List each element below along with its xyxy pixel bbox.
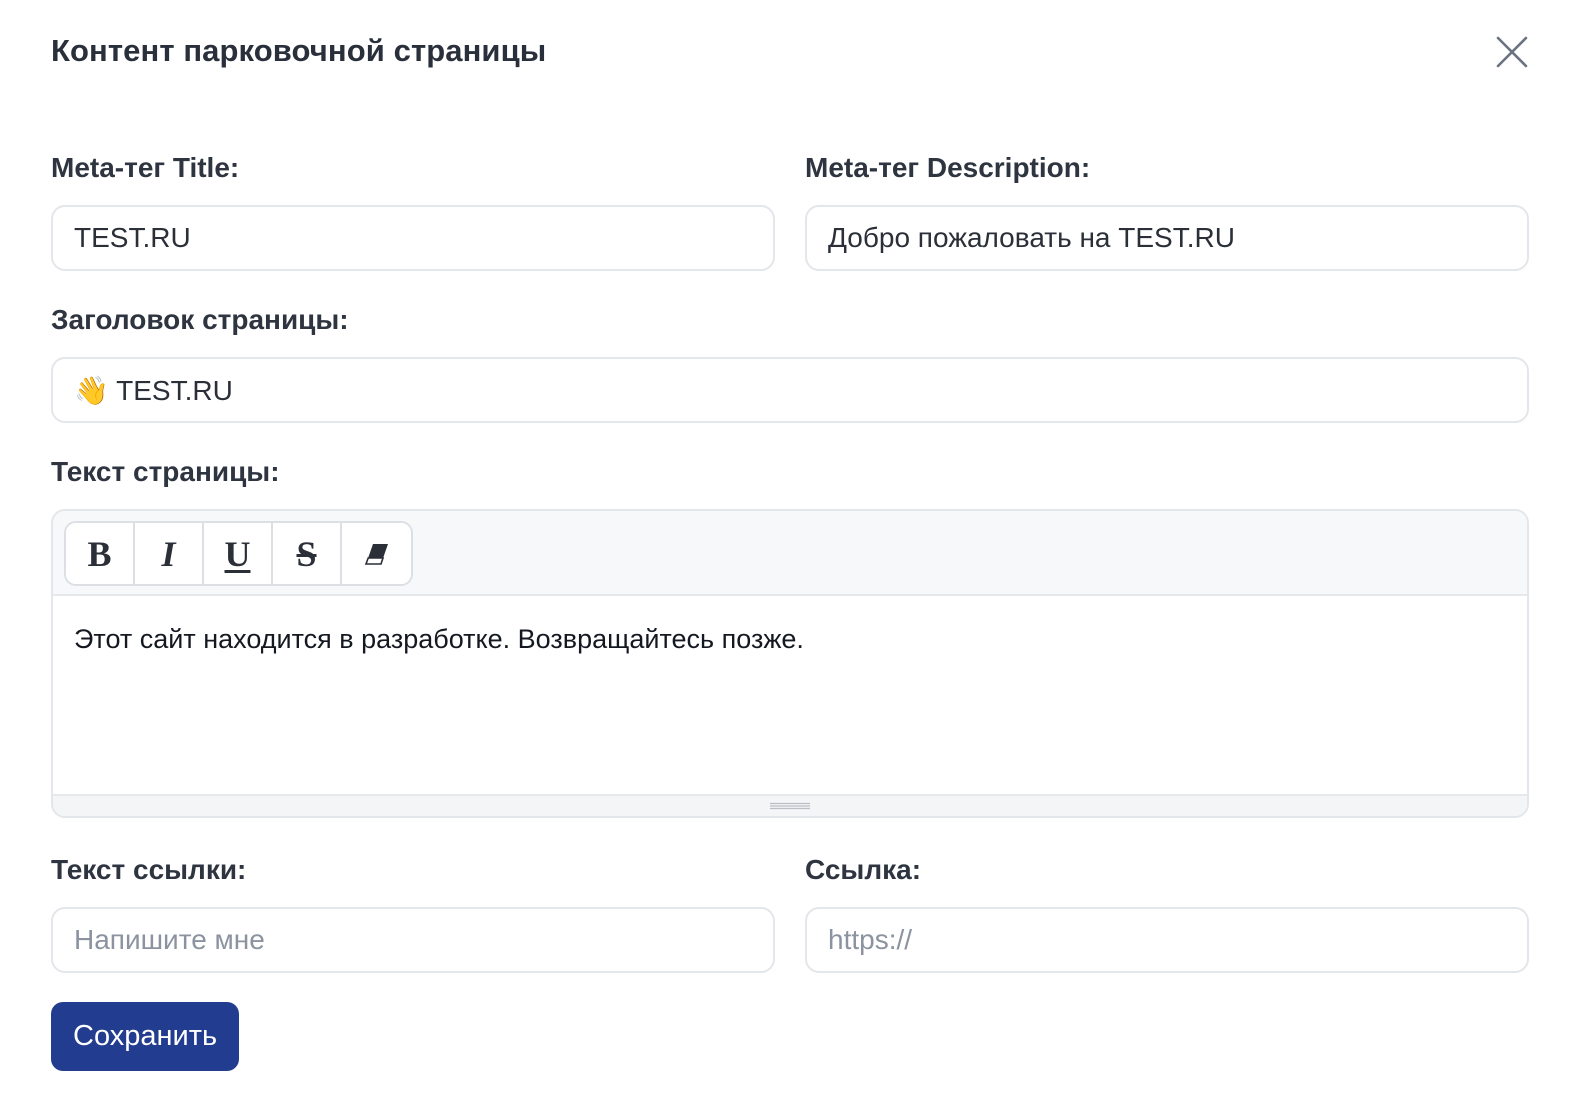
link-url-input[interactable] bbox=[805, 907, 1529, 973]
link-text-input[interactable] bbox=[51, 907, 775, 973]
close-icon bbox=[1496, 36, 1528, 68]
bold-button[interactable]: B bbox=[66, 523, 135, 584]
underline-icon: U bbox=[224, 533, 251, 574]
eraser-icon bbox=[364, 543, 388, 565]
link-text-group: Текст ссылки: bbox=[51, 854, 775, 973]
bold-icon: B bbox=[87, 533, 112, 574]
italic-button[interactable]: I bbox=[135, 523, 204, 584]
strikethrough-icon: S bbox=[296, 533, 317, 574]
meta-title-label: Meta-тег Title: bbox=[51, 152, 240, 183]
italic-icon: I bbox=[161, 533, 176, 574]
link-url-label: Ссылка: bbox=[805, 854, 922, 885]
meta-title-input[interactable] bbox=[51, 205, 775, 271]
parking-page-content-modal: Контент парковочной страницы Meta-тег Ti… bbox=[0, 0, 1580, 1120]
format-button-group: B I U S bbox=[64, 521, 413, 586]
page-heading-input[interactable] bbox=[51, 357, 1529, 423]
modal-title: Контент парковочной страницы bbox=[51, 33, 547, 68]
editor-toolbar: B I U S bbox=[53, 511, 1527, 596]
page-text-label: Текст страницы: bbox=[51, 456, 280, 487]
meta-description-input[interactable] bbox=[805, 205, 1529, 271]
meta-description-group: Meta-тег Description: bbox=[805, 152, 1529, 271]
page-heading-label: Заголовок страницы: bbox=[51, 304, 349, 335]
meta-tags-row: Meta-тег Title: Meta-тег Description: bbox=[51, 152, 1529, 271]
page-heading-group: Заголовок страницы: bbox=[51, 304, 1529, 423]
clear-format-button[interactable] bbox=[342, 523, 411, 584]
editor-resize-handle[interactable] bbox=[53, 794, 1527, 816]
close-button[interactable] bbox=[1495, 35, 1529, 69]
meta-title-group: Meta-тег Title: bbox=[51, 152, 775, 271]
page-text-group: Текст страницы: B I U S Этот сайт находи… bbox=[51, 456, 1529, 818]
link-row: Текст ссылки: Ссылка: bbox=[51, 854, 1529, 973]
resize-handle-icon bbox=[770, 802, 810, 810]
editor-content-area[interactable]: Этот сайт находится в разработке. Возвра… bbox=[53, 596, 1527, 794]
meta-description-label: Meta-тег Description: bbox=[805, 152, 1091, 183]
rich-text-editor: B I U S Этот сайт находится в разработке… bbox=[51, 509, 1529, 818]
link-url-group: Ссылка: bbox=[805, 854, 1529, 973]
modal-header: Контент парковочной страницы bbox=[51, 0, 1529, 105]
strikethrough-button[interactable]: S bbox=[273, 523, 342, 584]
save-button[interactable]: Сохранить bbox=[51, 1002, 240, 1071]
link-text-label: Текст ссылки: bbox=[51, 854, 247, 885]
underline-button[interactable]: U bbox=[204, 523, 273, 584]
